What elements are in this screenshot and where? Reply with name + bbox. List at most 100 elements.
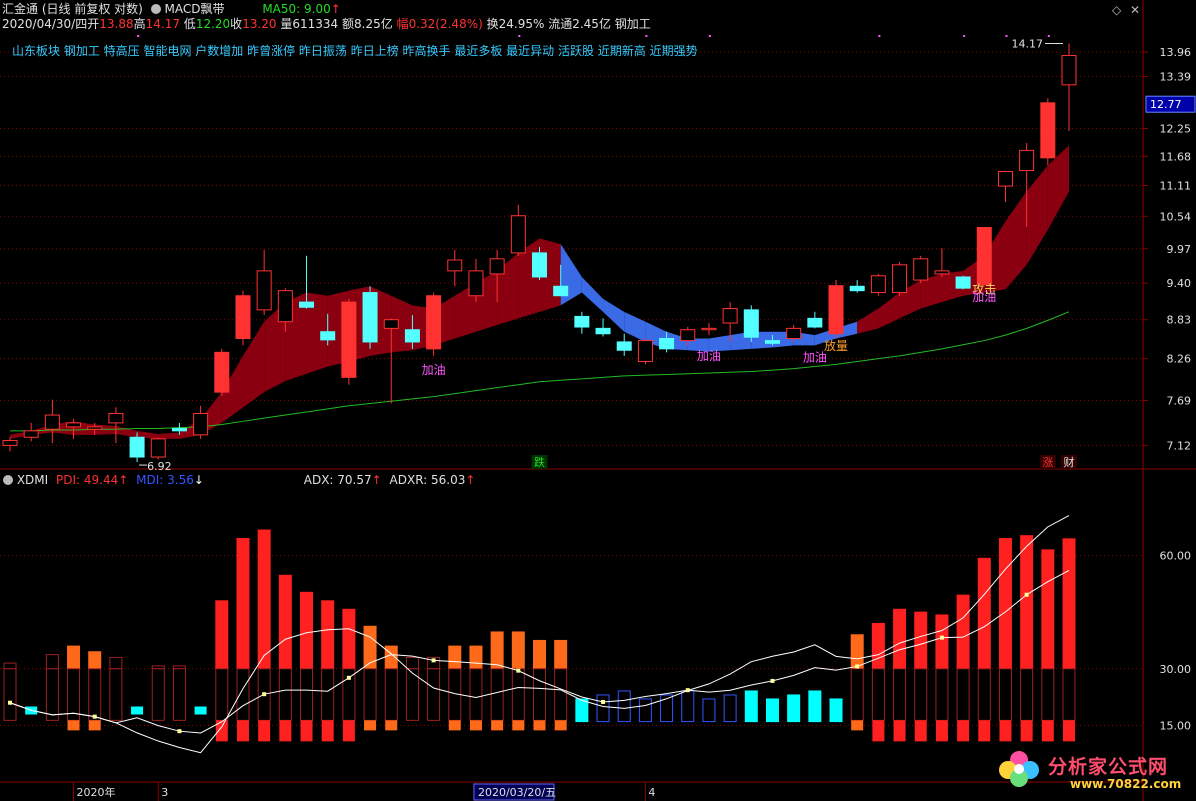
candle-down (404, 329, 420, 343)
candle-up (510, 215, 526, 254)
pdi-bar (850, 634, 864, 670)
time-axis-label: 4 (648, 786, 655, 799)
candle-down (574, 315, 590, 328)
candle-up (214, 351, 230, 393)
signal-mark-label: 财 (1064, 455, 1075, 469)
pdi-tail-bar (957, 720, 970, 742)
pdi-base-bar (427, 668, 441, 721)
pdi-tail-bar (872, 720, 885, 742)
adxr-dot (1024, 592, 1029, 597)
indicator-name[interactable]: MACD飘带 (165, 2, 225, 16)
price-axis-label: 8.26 (1167, 353, 1192, 366)
candle-down (171, 427, 187, 432)
concept-tags[interactable]: 山东板块 钢加工 特高压 智能电网 户数增加 昨曾涨停 昨日振荡 昨日上榜 昨高… (12, 44, 698, 58)
stock-name[interactable]: 汇金通 (2, 2, 38, 16)
candle-down (955, 276, 971, 289)
pdi-bar (405, 656, 419, 670)
candle-up (913, 258, 929, 281)
candle-down (807, 317, 823, 328)
pdi-base-bar (893, 668, 907, 721)
candle-up (1061, 55, 1077, 86)
candle-up (426, 295, 442, 350)
up-arrow-icon: ↑ (371, 473, 382, 487)
pdi-base-bar (109, 668, 123, 721)
sub-indicator-name[interactable]: XDMI (17, 473, 48, 487)
ribbon-up-segment (1026, 165, 1048, 265)
adxr-dot (855, 664, 860, 669)
mdi-bar (575, 698, 589, 723)
sub-axis-label: 60.00 (1160, 550, 1192, 563)
mdi-bar (702, 698, 716, 723)
time-axis-label: 2020/03/20/五 (478, 786, 556, 799)
candle-down (659, 338, 675, 350)
pdi-base-bar (1062, 668, 1076, 721)
price-axis-label: 7.69 (1167, 394, 1192, 407)
price-axis-label: 11.11 (1160, 180, 1192, 193)
candle-up (44, 414, 60, 430)
candle-up (341, 301, 357, 378)
pdi-tail-bar (279, 720, 292, 742)
pdi-tail-bar (491, 720, 504, 731)
signal-mark-label: 跌 (534, 455, 545, 469)
pdi-bar (469, 645, 483, 670)
adxr-dot (685, 688, 690, 693)
price-axis-label: 7.12 (1167, 439, 1192, 452)
industry-value: 钢加工 (614, 17, 651, 31)
pdi-base-bar (490, 668, 504, 721)
pdi-base-bar (151, 668, 165, 721)
pdi-bar (342, 608, 356, 670)
event-dot (1005, 35, 1008, 37)
event-dot (518, 35, 521, 37)
pdi-base-bar (278, 668, 292, 721)
low-mark-label: 6.92 (147, 460, 172, 473)
pdi-bar (1062, 538, 1076, 670)
adxr-dot (92, 714, 97, 719)
ma50-label: MA50: 9.00 (262, 2, 331, 16)
chart-title-bar: 汇金通 (日线 前复权 对数) MACD飘带 MA50: 9.00↑ (2, 2, 341, 16)
adxr-dot (939, 635, 944, 640)
mdi-bar (808, 690, 822, 723)
mdi-bar (617, 690, 631, 723)
candle-up (235, 295, 251, 340)
diamond-icon[interactable]: ◇ (1112, 3, 1121, 17)
pdi-base-bar (935, 668, 949, 721)
pdi-tail-bar (364, 720, 377, 731)
time-axis-label: 3 (161, 786, 168, 799)
candle-up (1019, 149, 1035, 171)
up-arrow-icon: ↑ (330, 2, 341, 16)
candle-up (108, 412, 124, 424)
stock-chart[interactable]: 13.96 13.39 12.25 11.68 11.11 10.54 9.97 9.40 8.… (0, 0, 1196, 801)
pdi-bar (998, 538, 1012, 670)
price-axis-label: 9.40 (1167, 277, 1192, 290)
pdi-tail-bar (236, 720, 249, 742)
pdi-base-bar (3, 668, 17, 721)
candle-up (23, 430, 39, 438)
pdi-tail-bar (88, 720, 101, 731)
candle-up (637, 340, 653, 363)
candle-up (193, 412, 209, 436)
pdi-bar (300, 591, 314, 670)
pdi-tail-bar (1041, 720, 1054, 742)
mdi-bar (787, 694, 801, 723)
pdi-base-bar (469, 668, 483, 721)
high-mark-label: 14.17 (1012, 37, 1044, 50)
down-arrow-icon: ↓ (193, 473, 204, 487)
pdi-base-bar (850, 668, 864, 721)
candle-down (129, 436, 145, 458)
turnover-value: 换24.95% (486, 17, 545, 31)
time-axis-label: 2020年 (77, 785, 116, 799)
pdi-bar (956, 594, 970, 670)
event-dot (1047, 35, 1050, 37)
indicator-menu-icon[interactable] (150, 4, 161, 14)
pdi-base-bar (67, 668, 81, 721)
candle-up (2, 440, 18, 446)
pdi-tail-bar (914, 720, 927, 742)
pdi-base-bar (1041, 668, 1055, 721)
adxr-dot (177, 729, 182, 734)
close-icon[interactable]: ✕ (1130, 3, 1140, 17)
adxr-dot (516, 668, 521, 673)
annotation-label: 加油 (422, 363, 446, 377)
mdi-bar (596, 694, 610, 723)
sub-indicator-menu-icon[interactable] (3, 475, 13, 485)
adx-value: ADX: 70.57 (303, 473, 372, 487)
